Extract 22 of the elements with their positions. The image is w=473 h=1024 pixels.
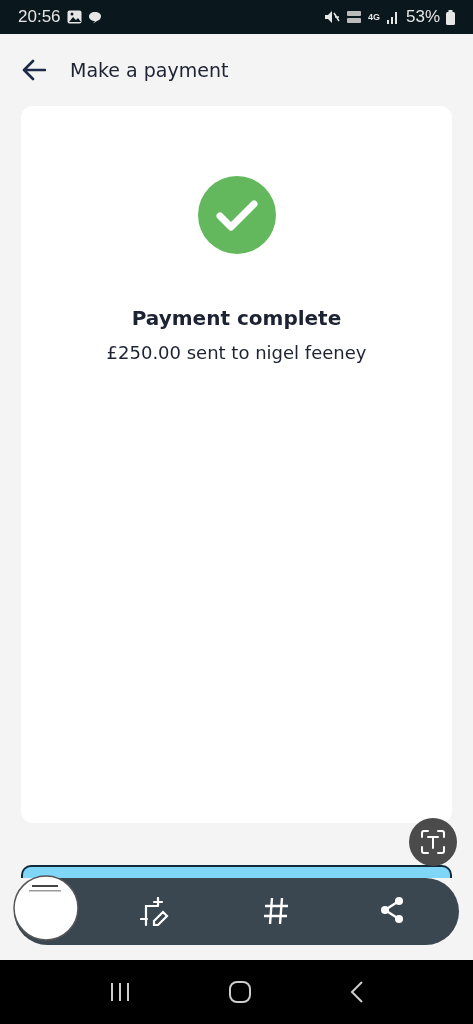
result-message: £250.00 sent to nigel feeney <box>106 342 367 363</box>
mute-icon <box>323 10 340 24</box>
home-icon[interactable] <box>229 981 252 1003</box>
text-extract-button[interactable] <box>409 818 457 866</box>
page-title: Make a payment <box>70 59 229 81</box>
success-check-icon <box>197 176 276 254</box>
text-scan-icon <box>420 829 446 855</box>
battery-percentage: 53% <box>405 7 440 27</box>
back-arrow-icon[interactable] <box>22 59 46 81</box>
hashtag-icon[interactable] <box>262 896 289 925</box>
chat-icon <box>87 10 102 24</box>
back-icon[interactable] <box>349 981 364 1003</box>
action-button[interactable] <box>21 865 452 878</box>
recent-apps-icon[interactable] <box>109 982 132 1002</box>
share-icon[interactable] <box>379 896 404 923</box>
result-title: Payment complete <box>131 306 342 330</box>
clock: 20:56 <box>18 7 61 27</box>
signal-icon <box>385 10 400 24</box>
screenshot-thumbnail[interactable] <box>13 875 79 941</box>
network-type: 4G <box>367 12 380 22</box>
image-icon <box>66 10 82 24</box>
battery-icon <box>446 9 455 25</box>
